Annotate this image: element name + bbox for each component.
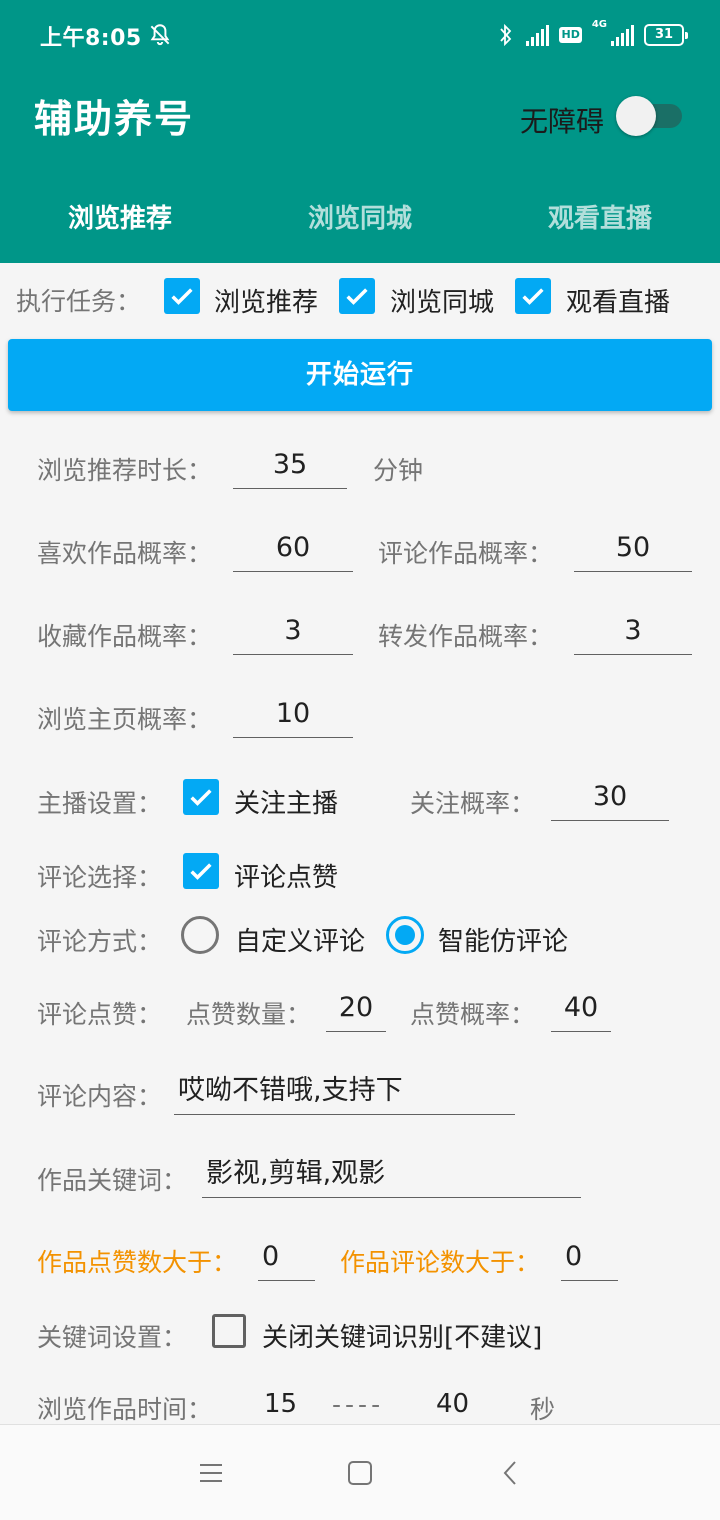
bell-off-icon xyxy=(150,24,170,46)
check-icon xyxy=(190,789,212,806)
tasks-label: 执行任务： xyxy=(16,287,142,316)
comment-select-label: 评论选择： xyxy=(37,863,163,892)
status-bar: 上午8:05 HD 4G 31 xyxy=(0,0,720,70)
disable-keyword-label[interactable]: 关闭关键词识别[不建议] xyxy=(262,1317,542,1354)
like-threshold-label: 作品点赞数大于： xyxy=(37,1248,238,1277)
comment-like-checkbox[interactable] xyxy=(183,853,219,889)
like-count-input[interactable]: 20 xyxy=(326,988,386,1032)
smart-comment-radio[interactable] xyxy=(386,916,424,954)
network-type: 4G xyxy=(591,19,607,30)
tab-browse-recommend[interactable]: 浏览推荐 xyxy=(0,198,240,235)
comment-mode-label: 评论方式： xyxy=(37,927,163,956)
status-icons: HD 4G 31 xyxy=(496,19,688,48)
check-icon xyxy=(190,863,212,880)
browse-duration-label: 浏览推荐时长： xyxy=(37,456,213,485)
task-live-checkbox[interactable] xyxy=(515,278,551,314)
custom-comment-label[interactable]: 自定义评论 xyxy=(235,921,365,958)
follow-streamer-checkbox[interactable] xyxy=(183,779,219,815)
accessibility-toggle[interactable] xyxy=(616,96,686,136)
homepage-prob-label: 浏览主页概率： xyxy=(37,705,213,734)
task-recommend-label[interactable]: 浏览推荐 xyxy=(214,282,318,319)
browse-time-separator: ---- xyxy=(332,1390,385,1419)
task-local-label[interactable]: 浏览同城 xyxy=(390,282,494,319)
start-button[interactable]: 开始运行 xyxy=(8,339,712,411)
check-icon xyxy=(171,288,193,305)
follow-prob-label: 关注概率： xyxy=(410,789,536,818)
back-icon[interactable] xyxy=(497,1459,525,1487)
comment-prob-input[interactable]: 50 xyxy=(574,528,692,572)
system-nav-bar xyxy=(0,1424,720,1520)
disable-keyword-checkbox[interactable] xyxy=(212,1314,246,1348)
like-threshold-input[interactable]: 0 xyxy=(258,1237,315,1281)
task-local-checkbox[interactable] xyxy=(339,278,375,314)
comment-like-label: 评论点赞： xyxy=(37,1000,163,1029)
homepage-prob-input[interactable]: 10 xyxy=(233,694,353,738)
browse-duration-input[interactable]: 35 xyxy=(233,445,347,489)
streamer-label: 主播设置： xyxy=(37,789,163,818)
tab-browse-local[interactable]: 浏览同城 xyxy=(240,198,480,235)
hd-badge: HD xyxy=(559,27,582,43)
tab-watch-live[interactable]: 观看直播 xyxy=(480,198,720,235)
browse-time-min[interactable]: 15 xyxy=(264,1389,297,1419)
keyword-setting-label: 关键词设置： xyxy=(37,1323,188,1352)
check-icon xyxy=(522,288,544,305)
like-count-label: 点赞数量： xyxy=(186,1000,312,1029)
browse-time-label: 浏览作品时间： xyxy=(37,1395,213,1424)
toggle-thumb xyxy=(616,96,656,136)
like-prob-label: 喜欢作品概率： xyxy=(37,539,213,568)
comment-threshold-input[interactable]: 0 xyxy=(561,1237,618,1281)
like-rate-input[interactable]: 40 xyxy=(551,988,611,1032)
accessibility-label: 无障碍 xyxy=(520,105,605,138)
collect-prob-label: 收藏作品概率： xyxy=(37,622,213,651)
forward-prob-input[interactable]: 3 xyxy=(574,611,692,655)
task-live-label[interactable]: 观看直播 xyxy=(566,282,670,319)
collect-prob-input[interactable]: 3 xyxy=(233,611,353,655)
battery-level: 31 xyxy=(654,27,674,42)
signal-icon-2 xyxy=(611,24,634,46)
menu-icon[interactable] xyxy=(197,1459,225,1487)
browse-duration-unit: 分钟 xyxy=(373,456,424,485)
page-title: 辅助养号 xyxy=(34,97,195,141)
smart-comment-label[interactable]: 智能仿评论 xyxy=(438,921,568,958)
follow-prob-input[interactable]: 30 xyxy=(551,777,669,821)
like-rate-label: 点赞概率： xyxy=(410,1000,536,1029)
comment-like-option-label[interactable]: 评论点赞 xyxy=(234,857,338,894)
comment-content-label: 评论内容： xyxy=(37,1082,163,1111)
like-prob-input[interactable]: 60 xyxy=(233,528,353,572)
home-square-icon[interactable] xyxy=(346,1459,374,1487)
battery-icon: 31 xyxy=(644,24,688,46)
task-recommend-checkbox[interactable] xyxy=(164,278,200,314)
keywords-label: 作品关键词： xyxy=(37,1166,188,1195)
forward-prob-label: 转发作品概率： xyxy=(378,622,554,651)
follow-streamer-label[interactable]: 关注主播 xyxy=(234,783,338,820)
comment-content-input[interactable]: 哎呦不错哦,支持下 xyxy=(174,1071,515,1115)
custom-comment-radio[interactable] xyxy=(181,916,219,954)
keywords-input[interactable]: 影视,剪辑,观影 xyxy=(202,1154,581,1198)
signal-icon xyxy=(526,24,550,46)
check-icon xyxy=(346,288,368,305)
bluetooth-icon xyxy=(500,23,512,47)
browse-time-unit: 秒 xyxy=(530,1395,556,1424)
comment-prob-label: 评论作品概率： xyxy=(378,539,554,568)
app-header: 上午8:05 HD 4G 31 辅助养号 无障碍 浏览推荐 浏览同城 观看直播 xyxy=(0,0,720,263)
comment-threshold-label: 作品评论数大于： xyxy=(340,1248,541,1277)
browse-time-max[interactable]: 40 xyxy=(436,1389,469,1419)
status-time: 上午8:05 xyxy=(40,26,142,51)
